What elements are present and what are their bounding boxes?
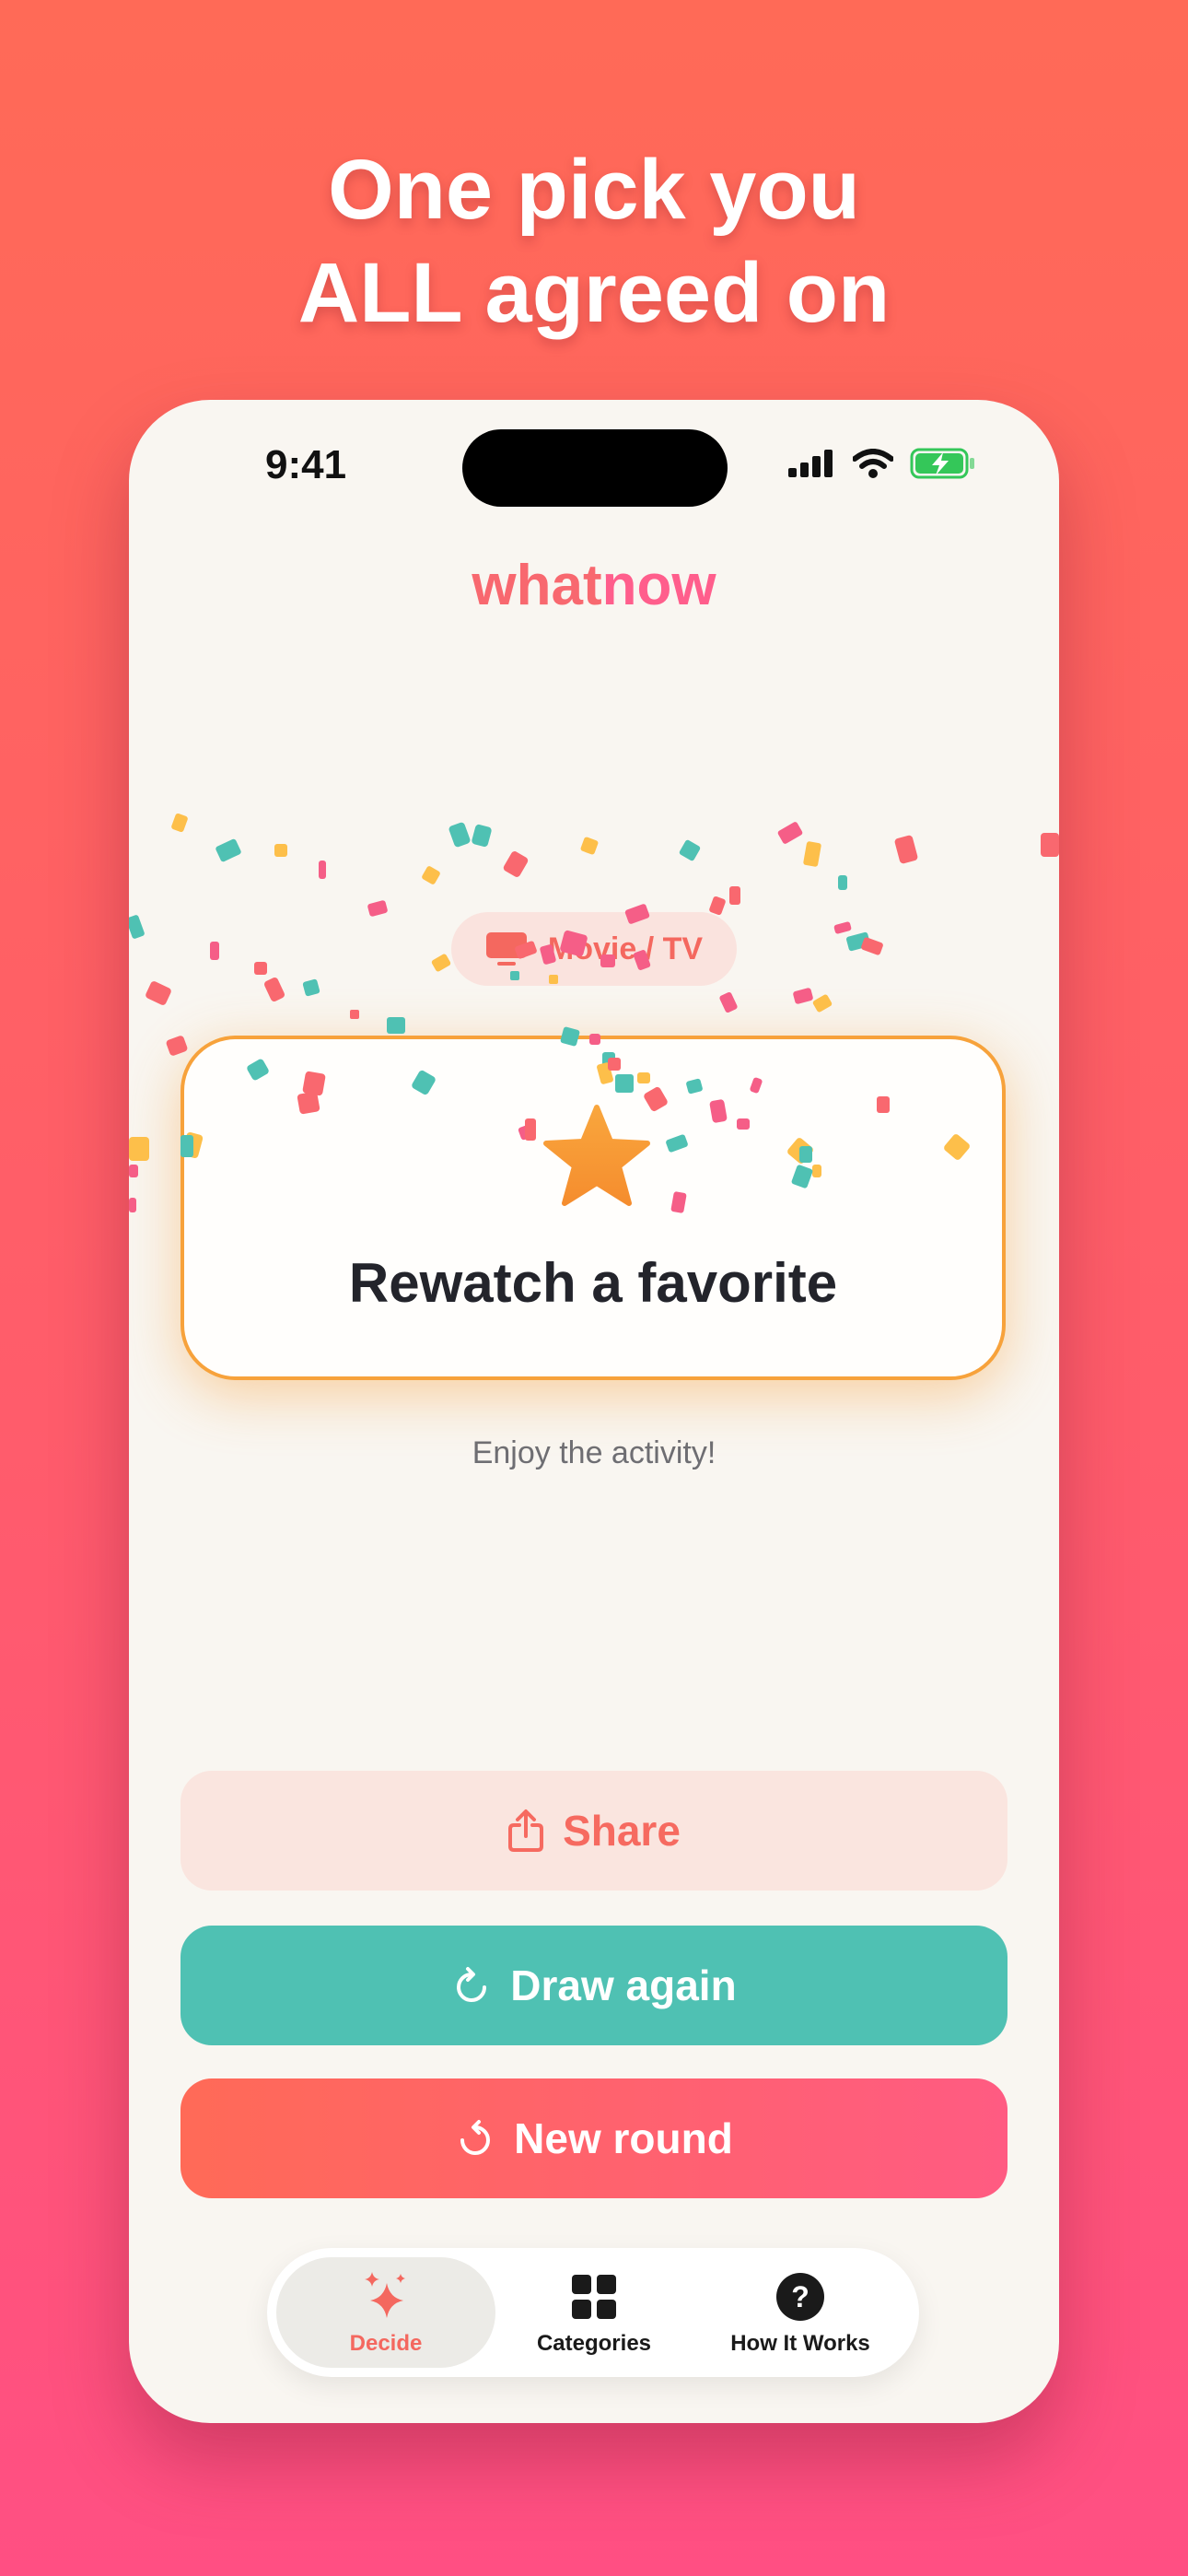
- new-round-button[interactable]: New round: [181, 2078, 1007, 2198]
- tab-categories-label: Categories: [536, 2331, 652, 2356]
- question-icon: ?: [776, 2273, 824, 2321]
- app-logo: whatnow: [129, 553, 1059, 618]
- result-subtitle: Enjoy the activity!: [472, 1435, 716, 1470]
- status-icons: [788, 448, 976, 479]
- logo-part-what: what: [472, 554, 602, 617]
- headline-line-1: One pick you: [328, 143, 860, 237]
- new-round-label: New round: [514, 2114, 733, 2162]
- share-icon: [508, 1809, 544, 1852]
- draw-again-button[interactable]: Draw again: [181, 1926, 1007, 2045]
- headline-line-2: ALL agreed on: [297, 246, 891, 340]
- share-button-label: Share: [563, 1807, 681, 1855]
- draw-again-label: Draw again: [510, 1961, 737, 2009]
- promo-headline: One pick you ALL agreed on: [0, 138, 1188, 345]
- cellular-signal-icon: [788, 450, 833, 477]
- refresh-icon: [457, 1967, 487, 2002]
- tab-how-it-works-label: How It Works: [730, 2331, 870, 2356]
- status-time: 9:41: [265, 442, 347, 487]
- share-button[interactable]: Share: [181, 1771, 1007, 1891]
- tab-how-it-works[interactable]: ? How It Works: [691, 2257, 910, 2368]
- tab-categories[interactable]: Categories: [484, 2257, 704, 2368]
- phone-screen: 9:41 whatnow Movie / TV Rewatch a favori…: [129, 400, 1059, 2423]
- category-chip-label: Movie / TV: [547, 931, 704, 966]
- restart-icon: [460, 2120, 491, 2155]
- star-icon: [543, 1105, 650, 1206]
- tv-icon: [485, 932, 527, 966]
- dynamic-island: [462, 429, 728, 507]
- tab-decide-label: Decide: [349, 2331, 423, 2356]
- sparkles-icon: [365, 2272, 405, 2318]
- result-title: Rewatch a favorite: [348, 1252, 838, 1314]
- wifi-icon: [853, 449, 893, 478]
- tab-bar: Decide Categories ? How It Works: [267, 2248, 919, 2377]
- tab-decide[interactable]: Decide: [276, 2257, 495, 2368]
- logo-part-now: now: [601, 554, 716, 617]
- category-chip: Movie / TV: [451, 912, 737, 986]
- grid-icon: [572, 2275, 616, 2319]
- battery-charging-icon: [910, 448, 974, 479]
- svg-text:?: ?: [791, 2280, 809, 2313]
- result-card: Rewatch a favorite: [181, 1036, 1006, 1380]
